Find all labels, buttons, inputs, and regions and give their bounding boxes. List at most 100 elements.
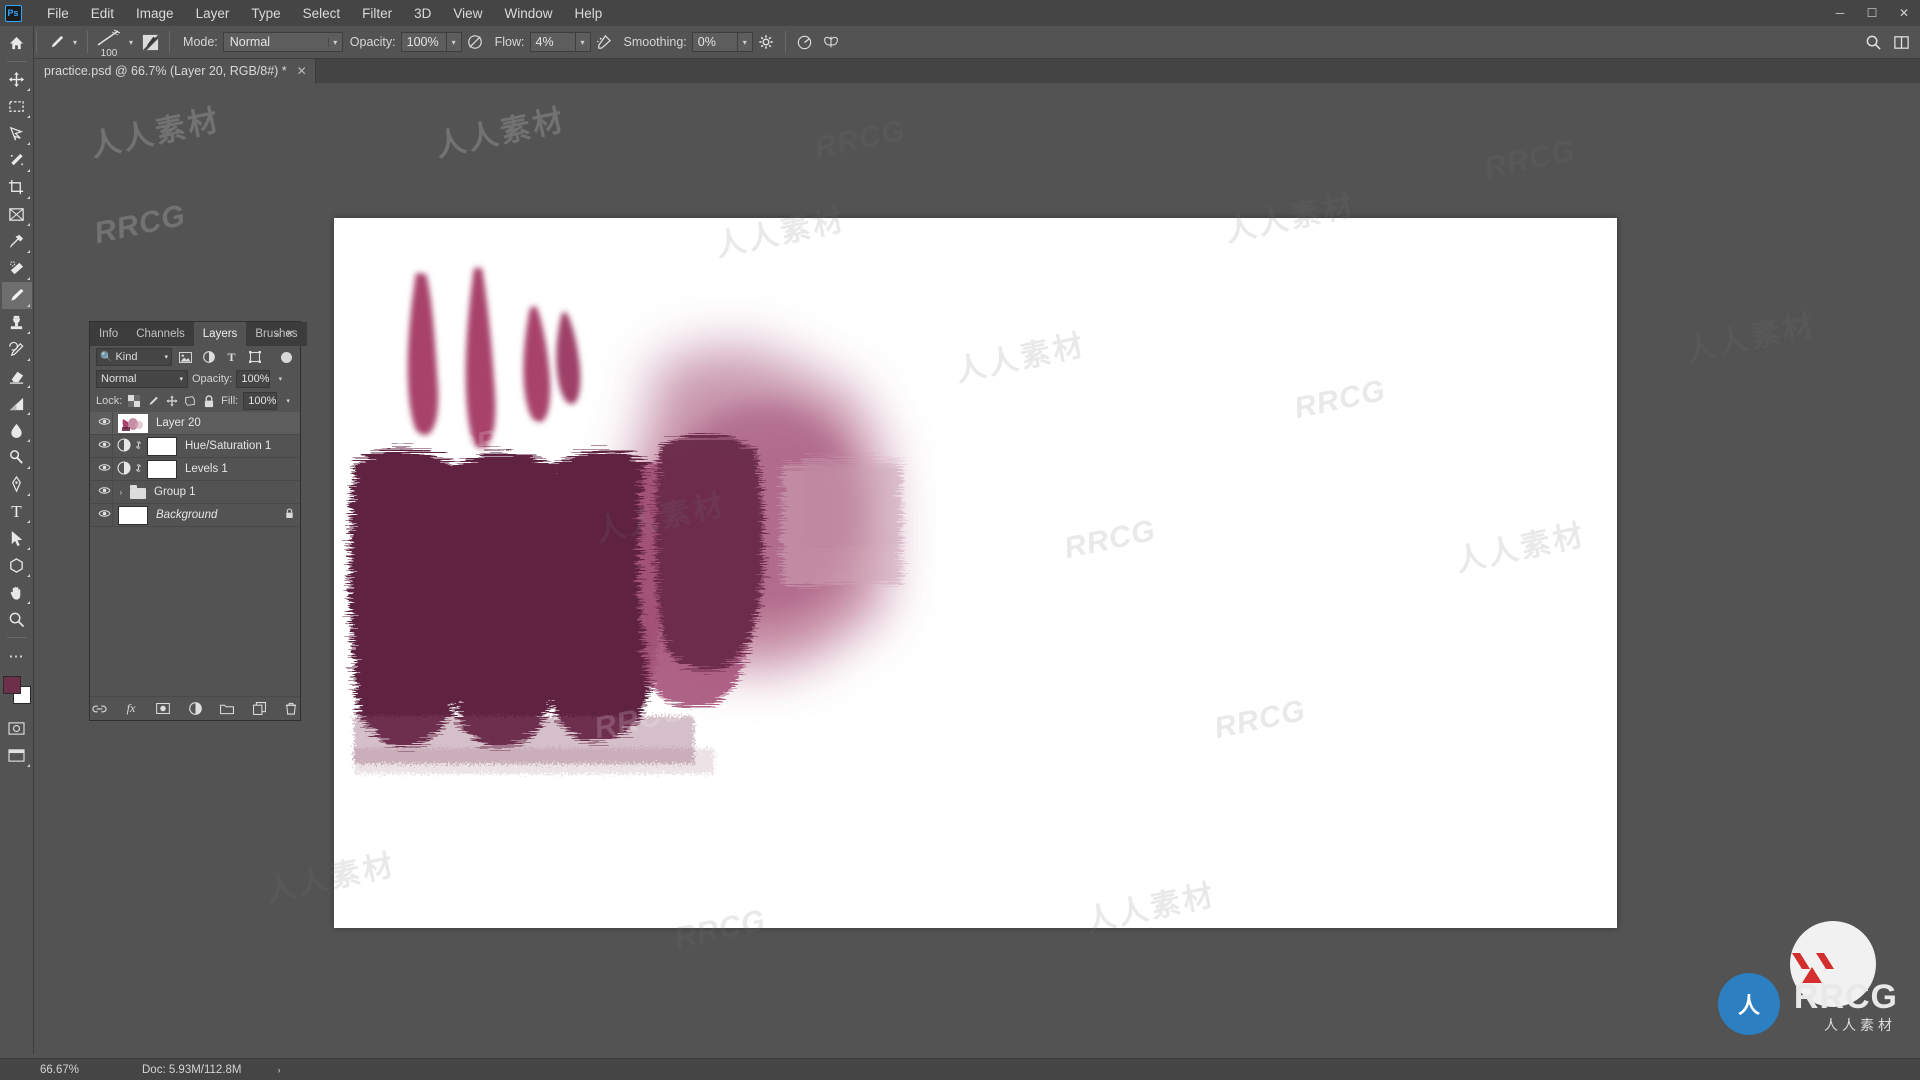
- tab-layers[interactable]: Layers: [193, 322, 247, 346]
- filter-kind-select[interactable]: 🔍 Kind ▾: [96, 348, 172, 366]
- tab-channels[interactable]: Channels: [127, 322, 194, 346]
- move-tool[interactable]: [2, 66, 32, 93]
- layer-name[interactable]: Layer 20: [156, 417, 201, 429]
- opacity-dropdown-icon[interactable]: ▾: [446, 32, 462, 52]
- zoom-tool[interactable]: [2, 606, 32, 633]
- chevron-down-icon[interactable]: ▾: [274, 375, 286, 383]
- fill-input[interactable]: 100%: [243, 392, 278, 410]
- flow-dropdown-icon[interactable]: ▾: [575, 32, 591, 52]
- layer-name[interactable]: Hue/Saturation 1: [185, 440, 271, 452]
- filter-pixel-layers-icon[interactable]: [176, 348, 195, 366]
- zoom-level[interactable]: 66.67%: [40, 1064, 120, 1076]
- blend-mode-select[interactable]: Normal ▾: [222, 32, 343, 52]
- layer-visibility-toggle[interactable]: [94, 509, 114, 521]
- butterfly-symmetry-icon[interactable]: [818, 29, 844, 55]
- layer-name[interactable]: Group 1: [154, 486, 196, 498]
- home-button[interactable]: [2, 30, 32, 57]
- lock-image-pixels-icon[interactable]: [146, 393, 160, 409]
- brush-preset-picker[interactable]: 100 ▾: [94, 28, 137, 59]
- chevron-down-icon[interactable]: ▾: [69, 38, 81, 47]
- eyedropper-tool[interactable]: [2, 228, 32, 255]
- menu-item-3d[interactable]: 3D: [403, 3, 442, 24]
- brush-settings-panel-icon[interactable]: [137, 29, 163, 55]
- filter-type-layers-icon[interactable]: T: [222, 348, 241, 366]
- layer-name[interactable]: Background: [156, 509, 217, 521]
- pressure-opacity-icon[interactable]: [462, 29, 488, 55]
- layer-row-hue-saturation-1[interactable]: Hue/Saturation 1: [90, 435, 300, 458]
- layer-visibility-toggle[interactable]: [94, 417, 114, 429]
- menu-item-view[interactable]: View: [442, 3, 493, 24]
- layer-row-levels-1[interactable]: Levels 1: [90, 458, 300, 481]
- layer-visibility-toggle[interactable]: [94, 440, 114, 452]
- add-layer-mask-button[interactable]: [155, 701, 171, 717]
- menu-item-help[interactable]: Help: [563, 3, 613, 24]
- filter-adjustment-layers-icon[interactable]: [199, 348, 218, 366]
- dodge-tool[interactable]: [2, 444, 32, 471]
- opacity-input[interactable]: 100%: [400, 32, 447, 52]
- pen-tool[interactable]: [2, 471, 32, 498]
- document-tab[interactable]: practice.psd @ 66.7% (Layer 20, RGB/8#) …: [34, 59, 316, 83]
- spot-healing-brush-tool[interactable]: [2, 255, 32, 282]
- menu-item-type[interactable]: Type: [240, 3, 291, 24]
- minimize-button[interactable]: ─: [1824, 0, 1856, 26]
- layer-row-layer-20[interactable]: Layer 20: [90, 412, 300, 435]
- screen-mode-button[interactable]: [2, 742, 32, 769]
- new-layer-button[interactable]: [251, 701, 267, 717]
- lock-position-icon[interactable]: [165, 393, 179, 409]
- gear-icon[interactable]: [753, 29, 779, 55]
- smoothing-input[interactable]: 0%: [691, 32, 738, 52]
- status-expand-icon[interactable]: ›: [278, 1065, 281, 1075]
- menu-item-layer[interactable]: Layer: [185, 3, 241, 24]
- menu-item-image[interactable]: Image: [125, 3, 185, 24]
- link-layers-button[interactable]: [91, 701, 107, 717]
- link-mask-icon[interactable]: [132, 439, 144, 454]
- lock-all-icon[interactable]: [202, 393, 216, 409]
- blur-tool[interactable]: [2, 417, 32, 444]
- search-icon[interactable]: [1860, 29, 1886, 55]
- quick-mask-mode-button[interactable]: [2, 715, 32, 742]
- tab-info[interactable]: Info: [90, 322, 128, 346]
- gradient-tool[interactable]: [2, 390, 32, 417]
- brush-tool[interactable]: [1, 282, 32, 309]
- menu-item-window[interactable]: Window: [493, 3, 563, 24]
- foreground-color-swatch[interactable]: [2, 676, 21, 694]
- layer-name[interactable]: Levels 1: [185, 463, 228, 475]
- arrange-documents-icon[interactable]: [1888, 29, 1914, 55]
- levels-adjustment-icon[interactable]: [116, 460, 132, 478]
- layer-thumbnail[interactable]: [118, 413, 148, 433]
- hand-tool[interactable]: [2, 579, 32, 606]
- layer-mask-thumbnail[interactable]: [147, 459, 177, 479]
- brush-tip-thumbnail[interactable]: 100: [94, 28, 124, 59]
- lock-artboard-nesting-icon[interactable]: [184, 393, 198, 409]
- hue-saturation-adjustment-icon[interactable]: [116, 437, 132, 455]
- frame-tool[interactable]: [2, 201, 32, 228]
- menu-item-filter[interactable]: Filter: [351, 3, 403, 24]
- canvas-work-area[interactable]: 人人素材 RRCG 人人素材 RRCG 人人素材 人人素材 RRCG 人人素材 …: [34, 83, 1920, 1071]
- layers-panel[interactable]: Info Channels Layers Brushes « ✕ 🔍 Kind …: [89, 321, 307, 721]
- link-mask-icon[interactable]: [132, 462, 144, 477]
- layer-blend-mode-select[interactable]: Normal ▾: [96, 370, 188, 388]
- brush-angle-icon[interactable]: [792, 29, 818, 55]
- flow-input[interactable]: 4%: [529, 32, 576, 52]
- clone-stamp-tool[interactable]: [2, 309, 32, 336]
- rectangle-shape-tool[interactable]: [2, 552, 32, 579]
- lasso-tool[interactable]: [2, 120, 32, 147]
- edit-toolbar-button[interactable]: ⋯: [2, 642, 32, 669]
- collapse-panel-icon[interactable]: «: [275, 329, 280, 339]
- horizontal-type-tool[interactable]: T: [2, 498, 32, 525]
- magic-wand-tool[interactable]: [2, 147, 32, 174]
- foreground-background-color-swatches[interactable]: [2, 675, 32, 705]
- chevron-down-icon[interactable]: ▾: [125, 38, 137, 47]
- layer-opacity-input[interactable]: 100%: [236, 370, 271, 388]
- new-group-button[interactable]: [219, 701, 235, 717]
- eraser-tool[interactable]: [2, 363, 32, 390]
- layer-visibility-toggle[interactable]: [94, 463, 114, 475]
- airbrush-icon[interactable]: [591, 29, 617, 55]
- delete-layer-button[interactable]: [283, 701, 299, 717]
- rectangular-marquee-tool[interactable]: [2, 93, 32, 120]
- document-canvas[interactable]: [334, 218, 1617, 928]
- layer-row-background[interactable]: Background: [90, 504, 300, 527]
- close-icon[interactable]: ✕: [297, 64, 307, 78]
- menu-item-edit[interactable]: Edit: [80, 3, 125, 24]
- path-selection-tool[interactable]: [2, 525, 32, 552]
